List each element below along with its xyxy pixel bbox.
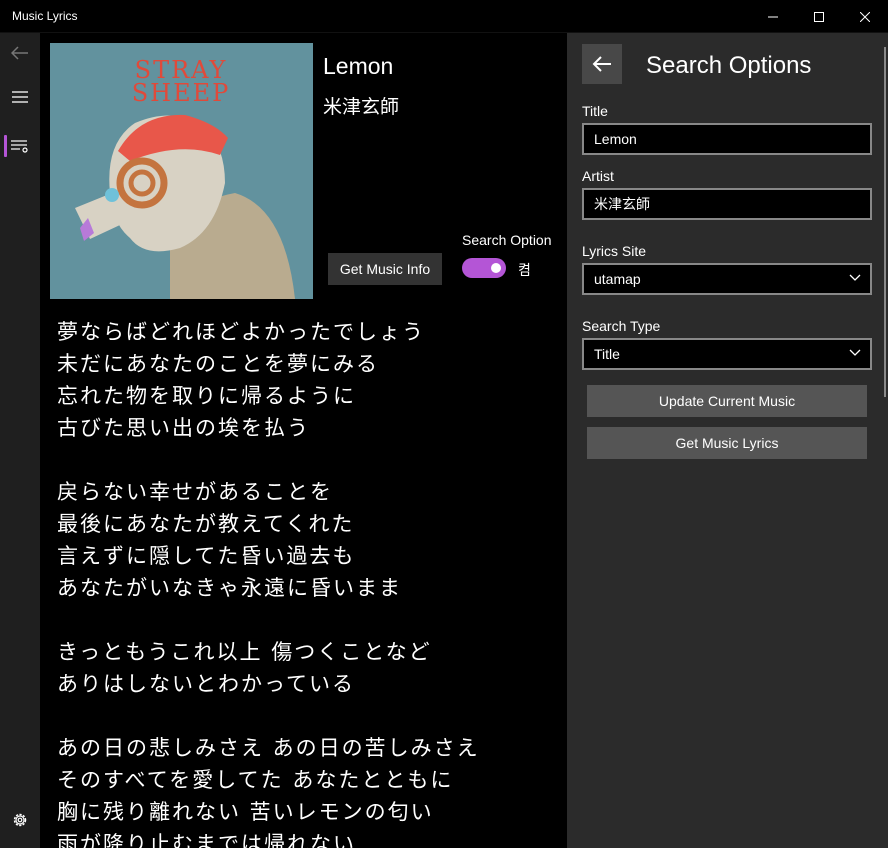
artist-input[interactable]: 米津玄師 (582, 188, 872, 220)
search-type-label: Search Type (582, 318, 661, 334)
svg-text:SHEEP: SHEEP (132, 79, 231, 107)
pane-back-button[interactable] (582, 44, 622, 84)
artist-field-label: Artist (582, 168, 614, 184)
toggle-knob (491, 263, 501, 273)
album-art: STRAY SHEEP (50, 43, 313, 299)
close-icon (860, 11, 870, 22)
nav-menu-button[interactable] (0, 77, 40, 117)
lyric-stanza-gap (57, 444, 562, 476)
song-title: Lemon (323, 53, 394, 79)
lyric-stanza-gap (57, 700, 562, 732)
back-arrow-icon (592, 56, 611, 72)
minimize-icon (768, 16, 778, 17)
lyric-line: 雨が降り止むまでは帰れない (57, 832, 356, 848)
lyric-line: 忘れた物を取りに帰るように (57, 384, 356, 408)
pane-title: Search Options (646, 52, 812, 79)
lyrics-text: 夢ならばどれほどよかったでしょう 未だにあなたのことを夢にみる 忘れた物を取りに帰る… (57, 316, 562, 848)
gear-icon (13, 813, 27, 827)
search-option-toggle[interactable] (462, 258, 506, 278)
lyric-line: あなたがいなきゃ永遠に昏いまま (57, 576, 402, 600)
pane-scrollbar[interactable] (884, 47, 886, 397)
hamburger-icon (12, 91, 28, 103)
maximize-icon (814, 11, 824, 22)
nav-lyrics-button[interactable] (0, 126, 40, 166)
title-input[interactable]: Lemon (582, 123, 872, 155)
lyrics-site-value: utamap (594, 271, 641, 287)
lyrics-site-select[interactable]: utamap (582, 263, 872, 295)
search-type-value: Title (594, 346, 620, 362)
search-options-pane: Search Options Title Lemon Artist 米津玄師 L… (567, 33, 888, 848)
lyric-line: 言えずに隠してた昏い過去も (57, 544, 356, 568)
lyric-line: 未だにあなたのことを夢にみる (57, 352, 379, 376)
lyric-line: 古びた思い出の埃を払う (57, 416, 310, 440)
title-bar: Music Lyrics (0, 0, 888, 33)
nav-settings-button[interactable] (0, 800, 40, 840)
search-type-select[interactable]: Title (582, 338, 872, 370)
lyric-line: そのすべてを愛してた あなたとともに (57, 768, 454, 792)
chevron-down-icon (849, 274, 861, 281)
lyric-stanza-gap (57, 604, 562, 636)
lyric-line: 最後にあなたが教えてくれた (57, 512, 355, 536)
lyrics-list-icon (11, 140, 28, 153)
maximize-button[interactable] (796, 0, 842, 33)
back-arrow-icon (11, 46, 28, 60)
close-button[interactable] (842, 0, 888, 33)
toggle-state-label: 켬 (518, 263, 531, 279)
window-title: Music Lyrics (12, 9, 78, 23)
update-current-music-button[interactable]: Update Current Music (587, 385, 867, 417)
lyric-line: 戻らない幸せがあることを (57, 480, 333, 504)
lyric-line: 胸に残り離れない 苦いレモンの匂い (57, 800, 434, 824)
lyric-line: 夢ならばどれほどよかったでしょう (57, 320, 425, 344)
lyrics-site-label: Lyrics Site (582, 243, 647, 259)
get-music-info-button[interactable]: Get Music Info (328, 253, 442, 285)
lyric-line: きっともうこれ以上 傷つくことなど (57, 640, 432, 664)
chevron-down-icon (849, 349, 861, 356)
title-field-label: Title (582, 103, 608, 119)
get-music-lyrics-button[interactable]: Get Music Lyrics (587, 427, 867, 459)
lyric-line: あの日の悲しみさえ あの日の苦しみさえ (57, 736, 480, 760)
nav-back-button[interactable] (0, 33, 40, 73)
song-artist: 米津玄師 (323, 96, 400, 118)
search-option-label: Search Option (462, 232, 552, 248)
minimize-button[interactable] (750, 0, 796, 33)
lyric-line: ありはしないとわかっている (57, 672, 355, 696)
main-content: STRAY SHEEP Lemon 米津玄師 Get Music Info Se… (40, 33, 567, 848)
nav-rail (0, 33, 40, 848)
